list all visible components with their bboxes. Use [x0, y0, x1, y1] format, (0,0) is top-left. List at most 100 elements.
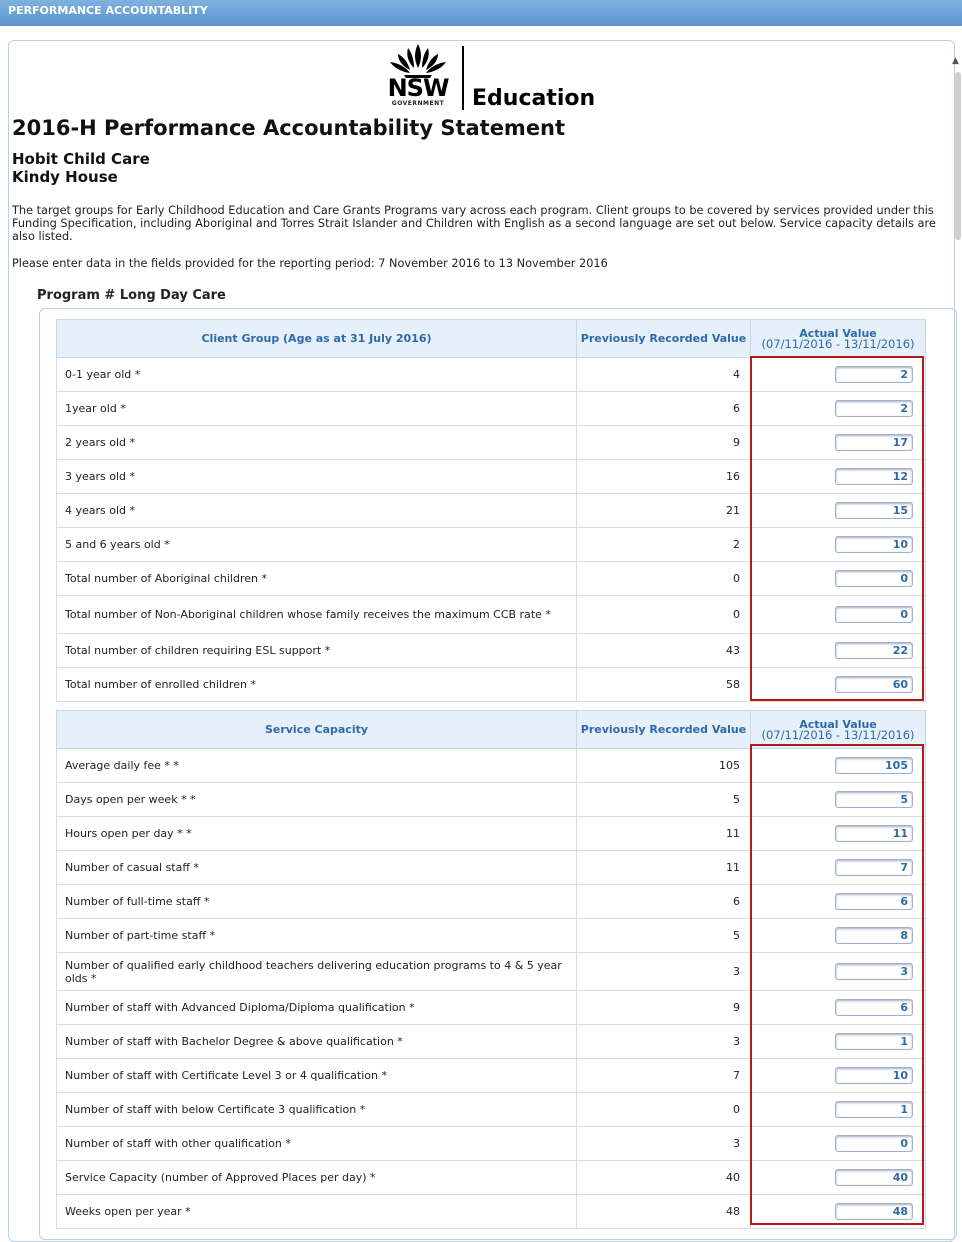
actual-value-input[interactable]: 15 [835, 502, 913, 519]
actual-value-cell: 105 [750, 748, 926, 783]
actual-value-cell: 60 [750, 667, 926, 702]
actual-value-input[interactable]: 11 [835, 825, 913, 842]
actual-value-cell: 5 [750, 782, 926, 817]
previous-value: 3 [576, 952, 751, 991]
actual-value-header: Actual Value (07/11/2016 - 13/11/2016) [750, 319, 926, 358]
actual-value-input[interactable]: 40 [835, 1169, 913, 1186]
actual-value-input[interactable]: 10 [835, 1067, 913, 1084]
actual-value-input[interactable]: 2 [835, 400, 913, 417]
actual-value-input[interactable]: 17 [835, 434, 913, 451]
table-row: Days open per week * * 5 5 [56, 782, 926, 817]
actual-value-input[interactable]: 7 [835, 859, 913, 876]
table-row: 5 and 6 years old * 2 10 [56, 527, 926, 562]
actual-value-input[interactable]: 5 [835, 791, 913, 808]
actual-value-cell: 22 [750, 633, 926, 668]
row-label: 0-1 year old * [56, 357, 577, 392]
previous-value-header: Previously Recorded Value [576, 710, 751, 749]
scroll-up-arrow[interactable]: ▲ [952, 56, 960, 66]
row-label: Number of staff with other qualification… [56, 1126, 577, 1161]
actual-value-input[interactable]: 0 [835, 570, 913, 587]
scrollbar-thumb[interactable] [955, 72, 961, 240]
row-label: Number of staff with Advanced Diploma/Di… [56, 990, 577, 1025]
actual-value-cell: 2 [750, 391, 926, 426]
service-capacity-header: Service Capacity [56, 710, 577, 749]
actual-value-input[interactable]: 22 [835, 642, 913, 659]
previous-value: 7 [576, 1058, 751, 1093]
actual-value-input[interactable]: 8 [835, 927, 913, 944]
actual-value-cell: 10 [750, 527, 926, 562]
table-row: Number of staff with Certificate Level 3… [56, 1058, 926, 1093]
actual-value-cell: 11 [750, 816, 926, 851]
education-wordmark: Education [472, 86, 596, 111]
actual-value-input[interactable]: 6 [835, 999, 913, 1016]
previous-value: 40 [576, 1160, 751, 1195]
table-row: Hours open per day * * 11 11 [56, 816, 926, 851]
row-label: 3 years old * [56, 459, 577, 494]
actual-value-cell: 0 [750, 561, 926, 596]
client-group-table: Client Group (Age as at 31 July 2016) Pr… [56, 319, 926, 702]
table-row: Number of staff with Bachelor Degree & a… [56, 1024, 926, 1059]
previous-value: 4 [576, 357, 751, 392]
actual-value-input[interactable]: 0 [835, 1135, 913, 1152]
actual-value-cell: 48 [750, 1194, 926, 1229]
previous-value: 16 [576, 459, 751, 494]
actual-value-cell: 40 [750, 1160, 926, 1195]
actual-value-input[interactable]: 12 [835, 468, 913, 485]
previous-value: 0 [576, 561, 751, 596]
actual-value-input[interactable]: 60 [835, 676, 913, 693]
row-label: 2 years old * [56, 425, 577, 460]
actual-value-input[interactable]: 10 [835, 536, 913, 553]
logo-divider [462, 46, 464, 110]
previous-value: 5 [576, 918, 751, 953]
table-row: Number of casual staff * 11 7 [56, 850, 926, 885]
row-label: Service Capacity (number of Approved Pla… [56, 1160, 577, 1195]
actual-value-cell: 8 [750, 918, 926, 953]
actual-value-cell: 10 [750, 1058, 926, 1093]
actual-value-input[interactable]: 48 [835, 1203, 913, 1220]
service-capacity-table: Service Capacity Previously Recorded Val… [56, 710, 926, 1229]
row-label: Number of casual staff * [56, 850, 577, 885]
previous-value: 5 [576, 782, 751, 817]
table-row: Total number of Non-Aboriginal children … [56, 595, 926, 634]
row-label: Total number of Non-Aboriginal children … [56, 595, 577, 634]
table-row: Number of staff with Advanced Diploma/Di… [56, 990, 926, 1025]
previous-value: 105 [576, 748, 751, 783]
actual-value-input[interactable]: 2 [835, 366, 913, 383]
previous-value: 2 [576, 527, 751, 562]
row-label: Number of full-time staff * [56, 884, 577, 919]
previous-value: 0 [576, 1092, 751, 1127]
actual-value-cell: 1 [750, 1024, 926, 1059]
table-row: 0-1 year old * 4 2 [56, 357, 926, 392]
actual-value-header: Actual Value (07/11/2016 - 13/11/2016) [750, 710, 926, 749]
table-row: Number of part-time staff * 5 8 [56, 918, 926, 953]
actual-value-cell: 6 [750, 990, 926, 1025]
actual-value-input[interactable]: 105 [835, 757, 913, 774]
actual-value-input[interactable]: 0 [835, 606, 913, 623]
actual-value-input[interactable]: 6 [835, 893, 913, 910]
previous-value: 43 [576, 633, 751, 668]
row-label: Total number of enrolled children * [56, 667, 577, 702]
table-row: Total number of enrolled children * 58 60 [56, 667, 926, 702]
table-row: Number of qualified early childhood teac… [56, 952, 926, 991]
row-label: 5 and 6 years old * [56, 527, 577, 562]
actual-value-cell: 3 [750, 952, 926, 991]
row-label: Days open per week * * [56, 782, 577, 817]
row-label: Number of staff with Bachelor Degree & a… [56, 1024, 577, 1059]
table-row: Number of staff with below Certificate 3… [56, 1092, 926, 1127]
actual-value-input[interactable]: 1 [835, 1033, 913, 1050]
row-label: Hours open per day * * [56, 816, 577, 851]
service-name: Kindy House [12, 168, 118, 186]
actual-value-input[interactable]: 3 [835, 963, 913, 980]
nsw-education-logo: NSW GOVERNMENT Education [380, 42, 600, 114]
previous-value: 6 [576, 391, 751, 426]
actual-value-cell: 6 [750, 884, 926, 919]
actual-value-cell: 1 [750, 1092, 926, 1127]
panel-header: PERFORMANCE ACCOUNTABLITY [0, 0, 962, 26]
row-label: Total number of children requiring ESL s… [56, 633, 577, 668]
previous-value: 0 [576, 595, 751, 634]
row-label: Weeks open per year * [56, 1194, 577, 1229]
table-row: 1year old * 6 2 [56, 391, 926, 426]
row-label: 1year old * [56, 391, 577, 426]
actual-value-input[interactable]: 1 [835, 1101, 913, 1118]
table-row: 3 years old * 16 12 [56, 459, 926, 494]
